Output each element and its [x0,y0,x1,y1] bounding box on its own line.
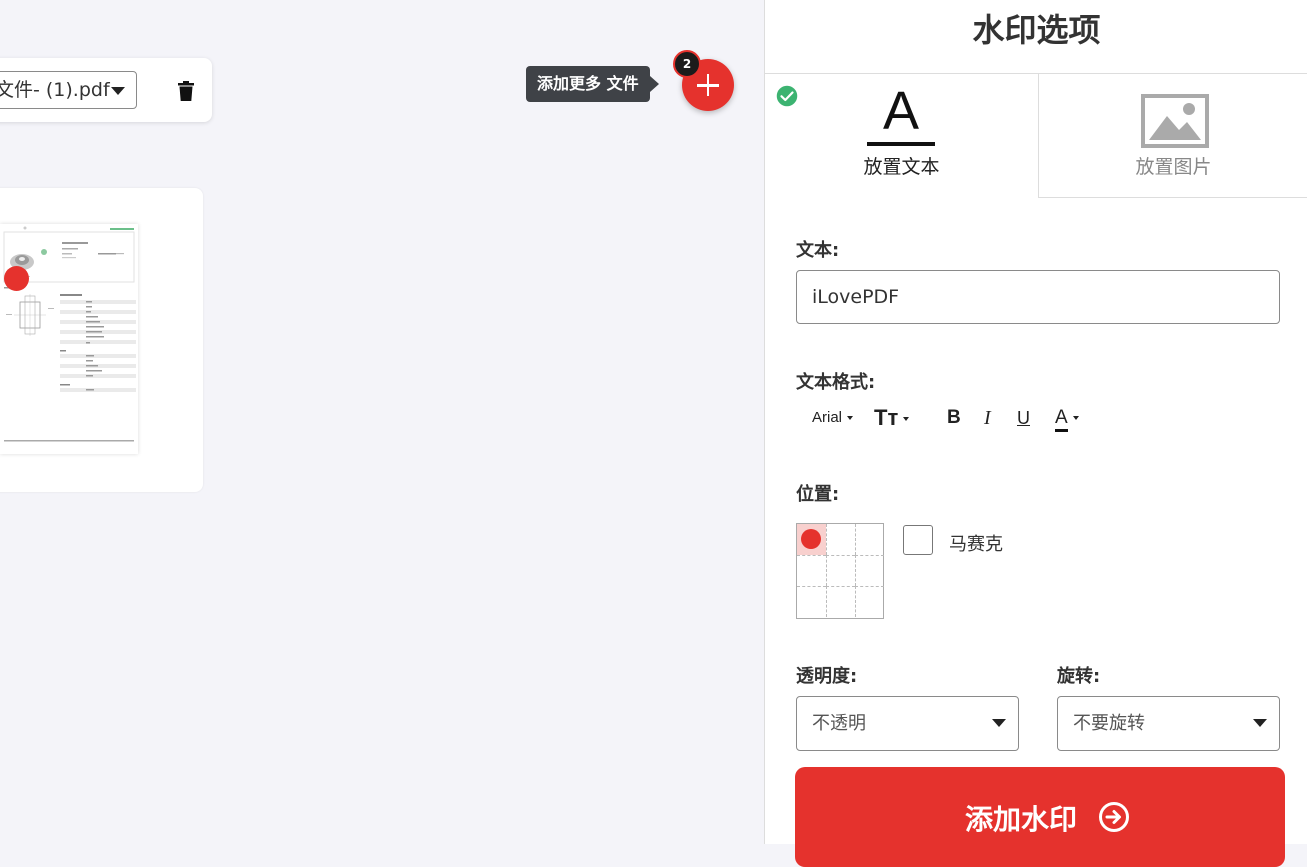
position-top-right[interactable] [855,524,884,555]
opacity-value: 不透明 [812,713,866,734]
chevron-down-icon [992,719,1006,727]
position-top-center[interactable] [826,524,855,555]
italic-button[interactable]: I [984,400,991,436]
rotation-select[interactable]: 不要旋转 [1057,696,1280,751]
arrow-right-circle-icon [1099,802,1129,832]
watermark-text-input[interactable] [796,270,1280,324]
chevron-down-icon [111,87,125,95]
image-icon [1141,94,1209,148]
panel-title: 水印选项 [765,0,1307,74]
font-family-value: Arial [812,409,843,426]
selected-position-dot [801,529,821,549]
position-middle-left[interactable] [797,555,826,586]
rotation-value: 不要旋转 [1073,713,1145,734]
position-top-left[interactable] [797,524,826,555]
chevron-down-icon [1072,415,1079,420]
trash-icon[interactable] [178,81,194,101]
tab-place-text[interactable]: A 放置文本 [765,74,1038,198]
tab-place-image-label: 放置图片 [1135,156,1212,178]
opacity-select[interactable]: 不透明 [796,696,1019,751]
position-bottom-center[interactable] [826,586,855,617]
italic-icon: I [984,407,991,429]
bold-icon: B [947,407,961,428]
file-preview-card[interactable] [0,188,203,492]
text-size-icon: Tт [874,405,899,430]
add-more-tooltip: 添加更多 文件 [526,66,659,102]
file-select[interactable]: 文件- (1).pdf [0,71,137,109]
tab-place-image[interactable]: 放置图片 [1038,74,1307,198]
position-middle-center[interactable] [826,555,855,586]
file-select-value: 文件- (1).pdf [0,79,110,101]
workspace: 文件- (1).pdf 添加更多 文件 2 [0,0,764,844]
rotation-label: 旋转: [1057,666,1101,687]
chevron-down-icon [903,417,910,422]
chevron-down-icon [1253,719,1267,727]
position-bottom-right[interactable] [855,586,884,617]
page-thumbnail [0,224,138,454]
position-label: 位置: [796,484,840,505]
font-family-dropdown[interactable]: Arial [812,400,854,436]
format-label: 文本格式: [796,372,876,393]
add-watermark-label: 添加水印 [965,803,1078,836]
font-color-dropdown[interactable]: A [1055,400,1079,436]
underline-icon: U [1017,408,1030,428]
font-color-icon: A [1055,407,1068,432]
file-count-badge: 2 [673,50,701,78]
watermark-position-marker [4,266,29,291]
watermark-options-panel: 水印选项 A 放置文本 放置图片 文本: 文本格式: Arial Tт B [764,0,1307,867]
opacity-label: 透明度: [796,666,858,687]
underline-button[interactable]: U [1017,400,1030,436]
text-icon: A [882,81,920,141]
file-bar: 文件- (1).pdf [0,58,212,122]
position-middle-right[interactable] [855,555,884,586]
position-bottom-left[interactable] [797,586,826,617]
add-watermark-button[interactable]: 添加水印 [795,767,1285,867]
font-size-dropdown[interactable]: Tт [874,400,910,436]
bold-button[interactable]: B [947,400,961,436]
document-page-icon [3,226,136,442]
text-label: 文本: [796,240,840,261]
mosaic-label: 马赛克 [949,534,1003,555]
chevron-down-icon [847,416,854,421]
check-circle-icon [775,84,799,108]
position-grid [796,523,884,619]
mosaic-checkbox[interactable] [903,525,933,555]
format-toolbar: Arial Tт B I U A [812,400,1112,436]
tab-place-text-label: 放置文本 [863,156,940,178]
